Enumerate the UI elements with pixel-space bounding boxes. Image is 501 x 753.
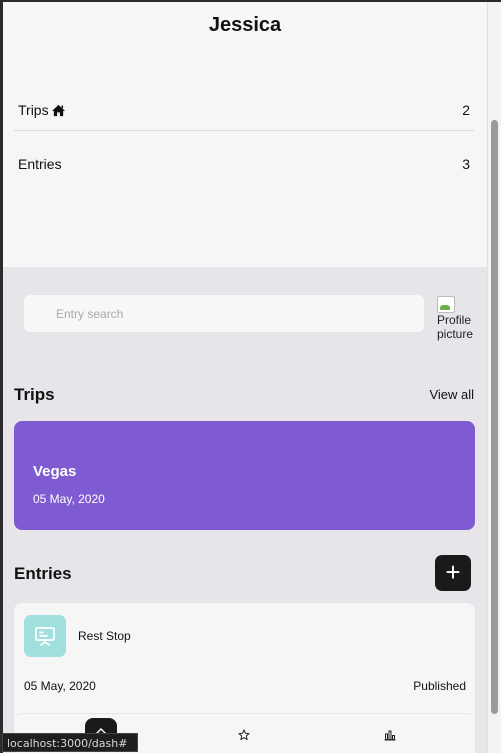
entry-date: 05 May, 2020 [24, 679, 96, 693]
entries-stat-label: Entries [18, 156, 62, 172]
entry-status: Published [413, 679, 466, 693]
user-name: Jessica [208, 14, 282, 36]
trip-card[interactable]: Vegas 05 May, 2020 [14, 421, 475, 530]
divider [14, 130, 474, 131]
profile-picture-alt-text: Profile picture [437, 313, 474, 341]
trip-date: 05 May, 2020 [33, 492, 105, 506]
trip-name: Vegas [33, 463, 77, 480]
presentation-board-icon [35, 627, 55, 646]
scrollbar-thumb[interactable] [491, 120, 498, 714]
add-entry-button[interactable]: + [435, 555, 471, 591]
profile-summary: Jessica Trips 2 Entries 3 [3, 2, 487, 267]
entries-section-title: Entries [14, 564, 72, 583]
home-icon [51, 104, 65, 116]
profile-picture[interactable]: Profile picture [437, 296, 483, 341]
trips-stat-label: Trips [18, 102, 49, 118]
trips-count: 2 [462, 102, 470, 118]
entry-search-input[interactable] [24, 295, 424, 332]
stats-icon[interactable] [384, 729, 396, 741]
trips-section-title: Trips [14, 385, 55, 404]
view-all-trips-link[interactable]: View all [429, 387, 474, 402]
broken-image-icon [437, 296, 455, 313]
trips-stat-row[interactable]: Trips 2 [14, 102, 474, 122]
entries-stat-row[interactable]: Entries 3 [14, 156, 474, 176]
entry-thumbnail [24, 615, 66, 657]
app-frame: Jessica Trips 2 Entries 3 Profile pictur… [3, 2, 487, 753]
star-icon[interactable] [238, 729, 250, 741]
link-status-bar: localhost:3000/dash# [2, 733, 138, 752]
entry-title: Rest Stop [78, 629, 131, 643]
entries-count: 3 [462, 156, 470, 172]
